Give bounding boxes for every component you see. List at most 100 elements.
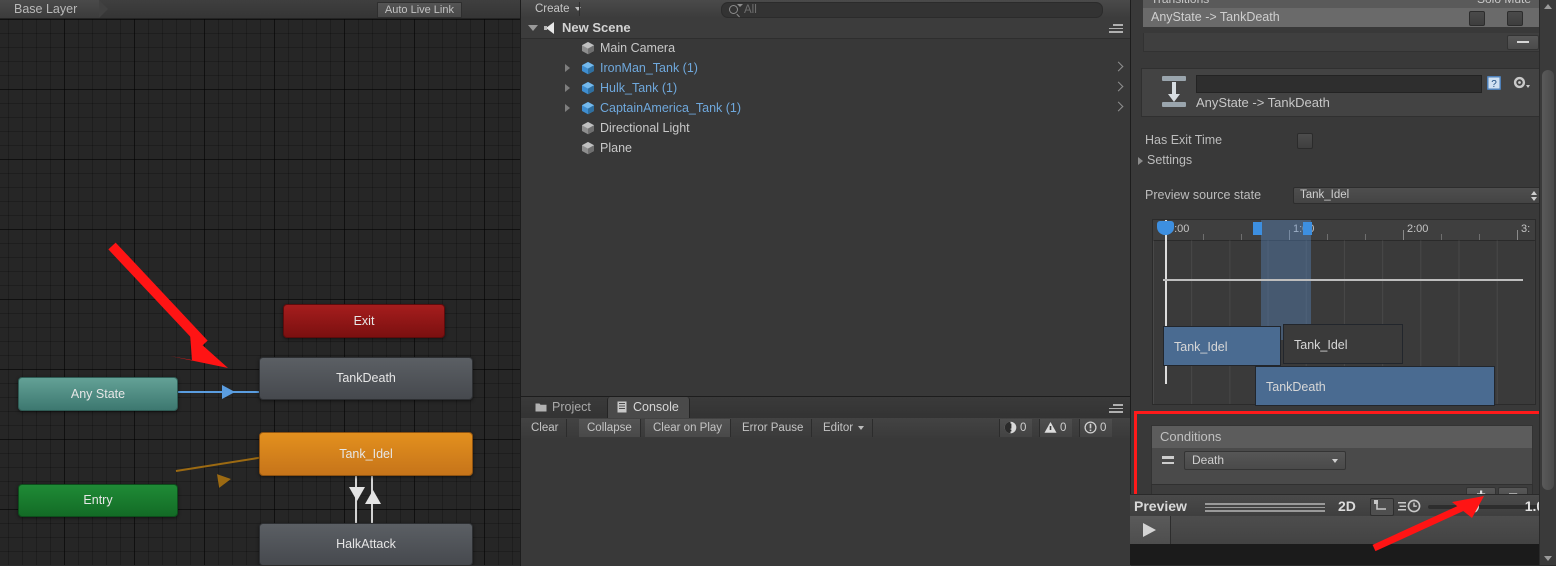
state-node-halkattack[interactable]: HalkAttack — [259, 523, 473, 565]
preview-scrubber[interactable] — [1171, 516, 1556, 544]
conditions-header-label: Conditions — [1160, 429, 1222, 444]
hierarchy-row-directional-light[interactable]: Directional Light — [521, 118, 1131, 138]
preview-speed-slider-knob[interactable] — [1466, 500, 1479, 513]
error-counter[interactable]: 0 — [999, 419, 1033, 437]
search-placeholder: All — [744, 4, 757, 16]
transition-arrow-icon[interactable] — [216, 472, 233, 488]
timeline-ruler[interactable]: 0:00 1:00 2:00 3: — [1153, 220, 1535, 241]
equals-operator-icon[interactable] — [1162, 456, 1174, 464]
transition-arrow-icon[interactable] — [222, 385, 235, 399]
chevron-right-icon[interactable] — [1113, 61, 1124, 72]
hierarchy-row-label: IronMan_Tank (1) — [600, 61, 698, 75]
clear-button[interactable]: Clear — [523, 419, 568, 437]
preview-source-state-row: Preview source state Tank_Idel — [1131, 186, 1556, 204]
playback-speed-icon[interactable] — [1398, 499, 1422, 513]
transition-list-row[interactable]: AnyState -> TankDeath — [1143, 8, 1541, 27]
asset-name-input[interactable] — [1196, 75, 1482, 93]
hierarchy-toolbar: Create All — [521, 0, 1131, 19]
tab-project[interactable]: Project — [527, 397, 601, 418]
conditions-highlight-box: Conditions Death — [1134, 411, 1542, 504]
has-exit-time-label: Has Exit Time — [1145, 133, 1223, 147]
preview-source-state-value: Tank_Idel — [1300, 189, 1350, 201]
chevron-right-icon[interactable] — [565, 84, 570, 92]
collapse-button[interactable]: Collapse — [579, 419, 641, 437]
transitions-solo-mute-label: Solo Mute — [1477, 0, 1531, 6]
transition-arrow-up-icon[interactable] — [365, 490, 381, 504]
state-node-label: Entry — [83, 493, 113, 507]
transition-mute-checkbox[interactable] — [1507, 11, 1523, 26]
transition-anystate-tankdeath[interactable] — [176, 391, 260, 393]
state-node-label: Any State — [70, 387, 126, 401]
error-count: 0 — [1020, 422, 1027, 434]
chevron-right-icon[interactable] — [1113, 81, 1124, 92]
play-icon — [1143, 523, 1156, 537]
chevron-right-icon[interactable] — [565, 64, 570, 72]
scroll-down-icon[interactable] — [1544, 556, 1552, 561]
remove-transition-button[interactable] — [1507, 35, 1539, 50]
console-options-icon[interactable] — [1109, 404, 1123, 413]
timeline-clip-source[interactable]: Tank_Idel — [1163, 326, 1281, 366]
hierarchy-row-ironman-tank[interactable]: IronMan_Tank (1) — [521, 58, 1131, 78]
info-counter[interactable]: 0 — [1079, 419, 1113, 437]
hierarchy-options-icon[interactable] — [1109, 24, 1123, 33]
editor-dropdown[interactable]: Editor — [815, 419, 874, 437]
state-node-exit[interactable]: Exit — [283, 304, 445, 338]
settings-foldout[interactable]: Settings — [1131, 152, 1556, 170]
timeline-curve — [1163, 279, 1523, 281]
breadcrumb[interactable]: Base Layer — [0, 0, 109, 18]
pivot-icon[interactable] — [1370, 498, 1394, 516]
inspector-asset-header: ? AnyState -> TankDeath — [1141, 68, 1545, 117]
hierarchy-row-label: Directional Light — [600, 121, 690, 135]
state-node-any-state[interactable]: Any State — [18, 377, 178, 411]
error-pause-button[interactable]: Error Pause — [734, 419, 813, 437]
chevron-right-icon[interactable] — [1113, 101, 1124, 112]
warning-counter[interactable]: 0 — [1039, 419, 1073, 437]
hierarchy-search-input[interactable]: All — [721, 2, 1103, 18]
animator-grid-canvas[interactable] — [0, 18, 520, 565]
state-node-tank-idel[interactable]: Tank_Idel — [259, 432, 473, 476]
play-button[interactable] — [1130, 516, 1171, 544]
gameobject-icon — [582, 122, 594, 135]
clear-on-play-button[interactable]: Clear on Play — [645, 419, 732, 437]
scene-icon — [544, 22, 554, 34]
transition-timeline[interactable]: 0:00 1:00 2:00 3: Tank_Idel Tank_Idel — [1152, 219, 1536, 406]
condition-parameter-dropdown[interactable]: Death — [1184, 451, 1346, 470]
hierarchy-row-plane[interactable]: Plane — [521, 138, 1131, 158]
state-node-label: Tank_Idel — [339, 447, 393, 461]
condition-row: Death — [1152, 448, 1532, 472]
tab-console[interactable]: Console — [607, 397, 690, 418]
transition-end-marker[interactable] — [1303, 222, 1312, 235]
scroll-up-icon[interactable] — [1544, 4, 1552, 9]
auto-live-link-button[interactable]: Auto Live Link — [376, 2, 462, 18]
chevron-right-icon[interactable] — [1138, 157, 1143, 165]
transition-start-marker[interactable] — [1253, 222, 1262, 235]
state-node-tankdeath[interactable]: TankDeath — [259, 357, 473, 400]
scene-root-row[interactable]: New Scene — [521, 18, 1131, 39]
hierarchy-row-main-camera[interactable]: Main Camera — [521, 38, 1131, 58]
preview-2d-toggle[interactable]: 2D — [1338, 495, 1356, 517]
preview-speed-slider[interactable] — [1428, 505, 1538, 509]
gear-icon[interactable] — [1512, 75, 1530, 91]
transition-solo-checkbox[interactable] — [1469, 11, 1485, 26]
chevron-down-icon[interactable] — [528, 25, 538, 31]
asset-name-label: AnyState -> TankDeath — [1196, 95, 1330, 110]
console-message-list[interactable] — [521, 438, 1131, 566]
help-icon[interactable]: ? — [1486, 75, 1502, 91]
has-exit-time-checkbox[interactable] — [1297, 133, 1313, 149]
transition-arrow-down-icon[interactable] — [349, 487, 365, 501]
chevron-down-icon — [858, 425, 865, 430]
state-node-entry[interactable]: Entry — [18, 484, 178, 517]
hierarchy-row-hulk-tank[interactable]: Hulk_Tank (1) — [521, 78, 1131, 98]
create-button-label: Create — [535, 3, 570, 15]
scrollbar-thumb[interactable] — [1542, 70, 1554, 490]
error-icon — [1004, 421, 1017, 434]
timeline-clip-destination[interactable]: TankDeath — [1255, 366, 1495, 406]
chevron-right-icon[interactable] — [565, 104, 570, 112]
preview-source-state-dropdown[interactable]: Tank_Idel — [1293, 187, 1545, 204]
warning-count: 0 — [1060, 422, 1067, 434]
inspector-scrollbar[interactable] — [1539, 0, 1556, 565]
timeline-clip-source-loop[interactable]: Tank_Idel — [1283, 324, 1403, 364]
hierarchy-row-captainamerica-tank[interactable]: CaptainAmerica_Tank (1) — [521, 98, 1131, 118]
preview-viewport[interactable] — [1130, 544, 1556, 565]
create-button[interactable]: Create — [529, 0, 587, 18]
